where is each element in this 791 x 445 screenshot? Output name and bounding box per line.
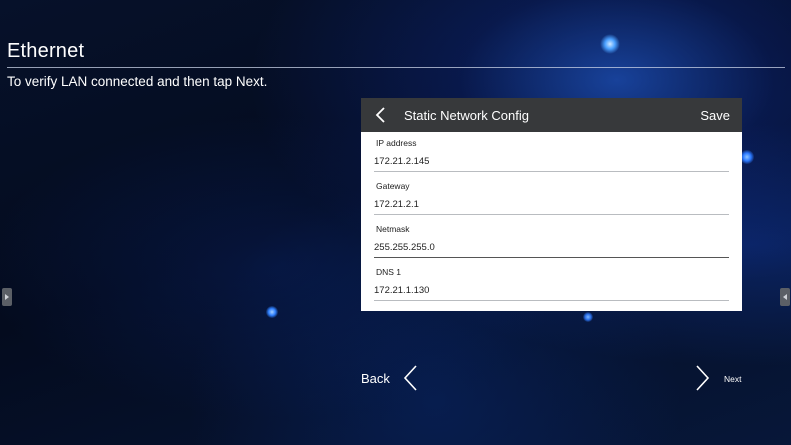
triangle-left-icon <box>783 294 787 300</box>
dialog-title: Static Network Config <box>404 108 529 123</box>
background-glow <box>266 306 278 318</box>
netmask-input[interactable]: 255.255.255.0 <box>374 242 729 258</box>
chevron-left-icon[interactable] <box>373 106 389 124</box>
static-network-config-dialog: Static Network Config Save IP address 17… <box>361 98 742 311</box>
background-glow <box>583 312 593 322</box>
gateway-field[interactable]: Gateway 172.21.2.1 <box>374 181 729 215</box>
chevron-right-icon[interactable] <box>693 364 711 392</box>
background-glow <box>740 150 754 164</box>
field-label: DNS 1 <box>376 267 402 277</box>
save-button[interactable]: Save <box>700 108 730 123</box>
ip-address-field[interactable]: IP address 172.21.2.145 <box>374 138 729 172</box>
back-button-label[interactable]: Back <box>361 371 390 386</box>
chevron-left-icon[interactable] <box>402 364 420 392</box>
ip-address-input[interactable]: 172.21.2.145 <box>374 156 729 172</box>
field-label: IP address <box>376 138 417 148</box>
title-divider <box>7 67 785 68</box>
field-label: Netmask <box>376 224 410 234</box>
netmask-field[interactable]: Netmask 255.255.255.0 <box>374 224 729 258</box>
dialog-header: Static Network Config Save <box>361 98 742 132</box>
page-instruction: To verify LAN connected and then tap Nex… <box>7 74 268 89</box>
gateway-input[interactable]: 172.21.2.1 <box>374 199 729 215</box>
triangle-right-icon <box>5 294 9 300</box>
background-glow <box>600 34 620 54</box>
next-button-label[interactable]: Next <box>724 374 741 384</box>
dns1-input[interactable]: 172.21.1.130 <box>374 285 729 301</box>
left-side-handle[interactable] <box>2 288 12 306</box>
right-side-handle[interactable] <box>780 288 790 306</box>
field-label: Gateway <box>376 181 410 191</box>
dns1-field[interactable]: DNS 1 172.21.1.130 <box>374 267 729 301</box>
page-title: Ethernet <box>7 40 85 62</box>
